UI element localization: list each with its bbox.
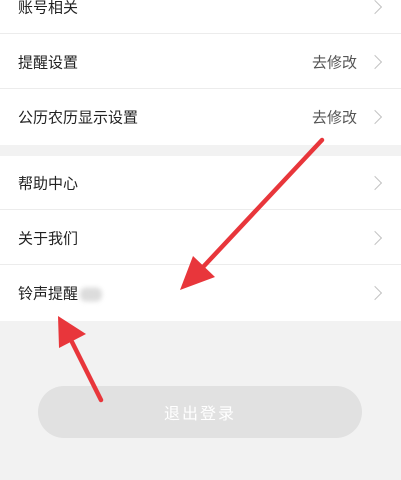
chevron-right-icon <box>367 230 383 245</box>
settings-row-label: 账号相关 <box>18 0 79 16</box>
settings-row-label: 公历农历显示设置 <box>18 108 139 127</box>
settings-row-about-us[interactable]: 关于我们 <box>0 211 401 265</box>
settings-row-ringtone-reminder[interactable]: 铃声提醒 <box>0 266 401 320</box>
settings-group-account: 账号相关 提醒设置 去修改 公历农历显示设置 去修改 <box>0 0 401 145</box>
logout-button[interactable]: 退出登录 <box>38 386 362 438</box>
settings-row-label: 关于我们 <box>18 229 79 247</box>
settings-row-calendar-display[interactable]: 公历农历显示设置 去修改 <box>0 90 401 144</box>
settings-row-reminder[interactable]: 提醒设置 去修改 <box>0 35 401 89</box>
chevron-right-icon <box>367 54 383 69</box>
settings-row-label: 铃声提醒 <box>18 283 103 304</box>
blurred-text <box>80 287 103 301</box>
settings-row-help-center[interactable]: 帮助中心 <box>0 156 401 210</box>
settings-row-label-text: 铃声提醒 <box>18 284 79 303</box>
settings-row-value: 去修改 <box>311 108 357 127</box>
settings-row-account[interactable]: 账号相关 <box>0 0 401 34</box>
settings-row-label: 提醒设置 <box>18 53 79 71</box>
settings-group-help: 帮助中心 关于我们 铃声提醒 <box>0 156 401 321</box>
chevron-right-icon <box>367 285 383 301</box>
chevron-right-icon <box>367 0 383 14</box>
settings-row-label: 帮助中心 <box>18 174 79 192</box>
chevron-right-icon <box>367 109 383 125</box>
chevron-right-icon <box>367 175 383 190</box>
settings-row-value: 去修改 <box>311 53 357 71</box>
